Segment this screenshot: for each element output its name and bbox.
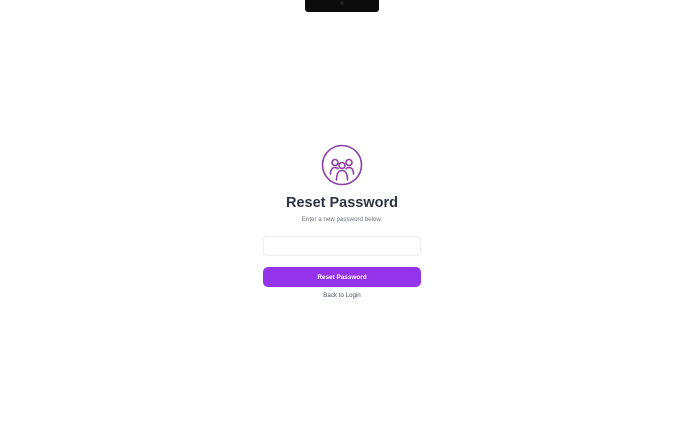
group-users-icon	[321, 144, 363, 186]
new-password-input[interactable]	[263, 236, 421, 256]
camera-icon	[340, 1, 344, 5]
reset-password-card: Reset Password Enter a new password belo…	[263, 144, 421, 300]
reset-password-page: Reset Password Enter a new password belo…	[0, 0, 683, 439]
back-to-login-link[interactable]: Back to Login	[323, 292, 361, 300]
reset-password-button[interactable]: Reset Password	[263, 267, 421, 287]
page-subtitle: Enter a new password below.	[301, 216, 383, 223]
camera-notch	[305, 0, 379, 12]
page-title: Reset Password	[285, 195, 399, 211]
